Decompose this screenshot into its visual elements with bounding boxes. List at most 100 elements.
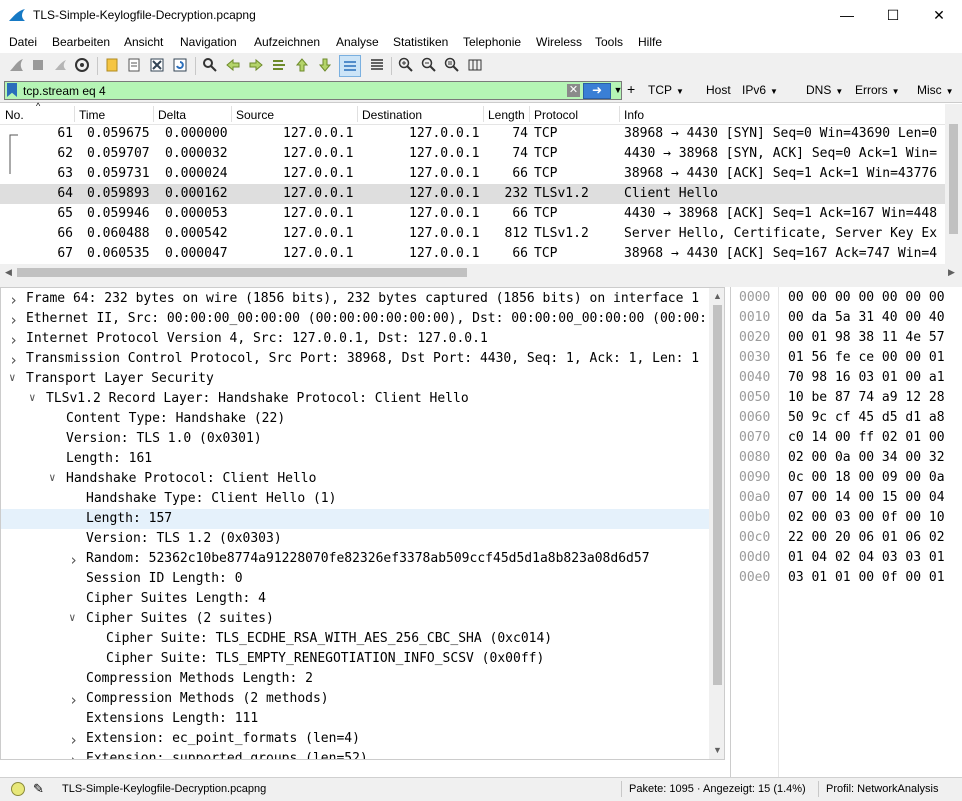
detail-row[interactable]: Cipher Suites Length: 4 [1,589,709,609]
menu-telephonie[interactable]: Telephonie [463,35,521,49]
filter-button-misc[interactable]: Misc ▼ [917,83,954,97]
open-file-icon[interactable] [104,57,120,73]
chevron-right-icon[interactable]: › [9,291,18,309]
menu-navigation[interactable]: Navigation [180,35,237,49]
detail-row[interactable]: Length: 161 [1,449,709,469]
detail-row[interactable]: › Compression Methods (2 methods) [1,689,709,709]
column-header-info[interactable]: Info [624,108,644,122]
hex-row[interactable]: 00e0 03 01 01 00 0f 00 01 [731,568,962,588]
detail-row[interactable]: Version: TLS 1.0 (0x0301) [1,429,709,449]
packet-row[interactable]: 66 0.060488 0.000542 127.0.0.1 127.0.0.1… [0,224,945,244]
detail-row[interactable]: ∨ TLSv1.2 Record Layer: Handshake Protoco… [1,389,709,409]
packet-list-horizontal-scrollbar[interactable]: ◀ ▶ [0,264,962,281]
chevron-right-icon[interactable]: › [69,751,78,759]
hex-row[interactable]: 0050 10 be 87 74 a9 12 28 [731,388,962,408]
detail-row[interactable]: Version: TLS 1.2 (0x0303) [1,529,709,549]
packet-row[interactable]: 65 0.059946 0.000053 127.0.0.1 127.0.0.1… [0,204,945,224]
reload-file-icon[interactable] [172,57,188,73]
hex-row[interactable]: 00a0 07 00 14 00 15 00 04 [731,488,962,508]
hex-row[interactable]: 00d0 01 04 02 04 03 03 01 [731,548,962,568]
capture-options-gear-icon[interactable] [74,57,90,73]
column-header-delta[interactable]: Delta [158,108,186,122]
scroll-right-arrow-icon[interactable]: ▶ [948,267,955,278]
chevron-down-icon[interactable]: ∨ [69,611,76,624]
detail-row[interactable]: ∨ Transport Layer Security [1,369,709,389]
scroll-down-arrow-icon[interactable]: ▼ [713,745,722,755]
chevron-right-icon[interactable]: › [9,331,18,349]
filter-button-dns[interactable]: DNS ▼ [806,83,843,97]
status-profile[interactable]: Profil: NetworkAnalysis [826,783,938,795]
hex-row[interactable]: 0080 02 00 0a 00 34 00 32 [731,448,962,468]
scrollbar-thumb[interactable] [713,305,722,685]
go-back-icon[interactable] [225,57,241,73]
close-file-icon[interactable] [149,57,165,73]
start-capture-fin-icon[interactable] [8,57,24,73]
restart-capture-icon[interactable] [52,57,68,73]
menu-bearbeiten[interactable]: Bearbeiten [52,35,110,49]
detail-row[interactable]: ∨ Handshake Protocol: Client Hello [1,469,709,489]
packet-row[interactable]: 62 0.059707 0.000032 127.0.0.1 127.0.0.1… [0,144,945,164]
add-filter-button-plus-icon[interactable]: + [627,81,635,97]
clear-filter-icon[interactable]: ✕ [567,84,580,97]
hex-row[interactable]: 00b0 02 00 03 00 0f 00 10 [731,508,962,528]
filter-history-chevron-down-icon[interactable]: ▼ [612,84,624,97]
column-header-no[interactable]: No. [5,108,24,122]
find-packet-icon[interactable] [202,57,218,73]
save-file-icon[interactable] [126,57,142,73]
detail-row[interactable]: Cipher Suite: TLS_EMPTY_RENEGOTIATION_IN… [1,649,709,669]
packet-row[interactable]: 63 0.059731 0.000024 127.0.0.1 127.0.0.1… [0,164,945,184]
hex-row[interactable]: 0030 01 56 fe ce 00 00 01 [731,348,962,368]
detail-row[interactable]: ∨ Cipher Suites (2 suites) [1,609,709,629]
chevron-right-icon[interactable]: › [69,731,78,749]
zoom-in-icon[interactable] [398,57,414,73]
detail-row[interactable]: › Internet Protocol Version 4, Src: 127.0… [1,329,709,349]
scrollbar-thumb[interactable] [17,268,467,277]
detail-row[interactable]: › Extension: ec_point_formats (len=4) [1,729,709,749]
chevron-right-icon[interactable]: › [9,311,18,329]
column-header-length[interactable]: Length [488,108,525,122]
detail-row[interactable]: Cipher Suite: TLS_ECDHE_RSA_WITH_AES_256… [1,629,709,649]
hex-row[interactable]: 0000 00 00 00 00 00 00 00 [731,288,962,308]
hex-row[interactable]: 0070 c0 14 00 ff 02 01 00 [731,428,962,448]
menu-hilfe[interactable]: Hilfe [638,35,662,49]
menu-analyse[interactable]: Analyse [336,35,379,49]
stop-capture-icon[interactable] [30,57,46,73]
detail-row[interactable]: › Extension: supported_groups (len=52) [1,749,709,759]
detail-row[interactable]: Extensions Length: 111 [1,709,709,729]
go-first-packet-icon[interactable] [294,57,310,73]
zoom-normal-icon[interactable] [444,57,460,73]
display-filter-input[interactable] [23,82,563,99]
hex-row[interactable]: 0010 00 da 5a 31 40 00 40 [731,308,962,328]
packet-row[interactable]: 61 0.059675 0.000000 127.0.0.1 127.0.0.1… [0,124,945,174]
chevron-right-icon[interactable]: › [69,551,78,569]
pane-splitter[interactable] [0,280,962,287]
close-button[interactable]: ✕ [916,0,962,31]
go-forward-icon[interactable] [248,57,264,73]
autoscroll-icon[interactable] [339,55,361,77]
chevron-down-icon[interactable]: ∨ [9,371,16,384]
maximize-button[interactable]: ☐ [870,0,916,31]
detail-row[interactable]: Session ID Length: 0 [1,569,709,589]
menu-wireless[interactable]: Wireless [536,35,582,49]
hex-row[interactable]: 0020 00 01 98 38 11 4e 57 [731,328,962,348]
filter-button-host[interactable]: Host [706,83,731,97]
resize-columns-icon[interactable] [467,57,483,73]
menu-statistiken[interactable]: Statistiken [393,35,448,49]
apply-filter-arrow-icon[interactable]: ➜ [583,83,611,99]
go-last-packet-icon[interactable] [317,57,333,73]
chevron-right-icon[interactable]: › [9,351,18,369]
detail-row[interactable]: Content Type: Handshake (22) [1,409,709,429]
scroll-left-arrow-icon[interactable]: ◀ [5,267,12,278]
filter-button-tcp[interactable]: TCP ▼ [648,83,684,97]
minimize-button[interactable]: — [824,0,870,31]
menu-tools[interactable]: Tools [595,35,623,49]
chevron-right-icon[interactable]: › [69,691,78,709]
column-header-source[interactable]: Source [236,108,274,122]
detail-row[interactable]: › Random: 52362c10be8774a91228070fe82326e… [1,549,709,569]
expert-info-led-icon[interactable] [11,782,25,796]
menu-datei[interactable]: Datei [9,35,37,49]
bookmark-icon[interactable] [7,83,17,97]
chevron-down-icon[interactable]: ∨ [49,471,56,484]
column-header-time[interactable]: Time [79,108,105,122]
scrollbar-thumb[interactable] [949,124,958,234]
